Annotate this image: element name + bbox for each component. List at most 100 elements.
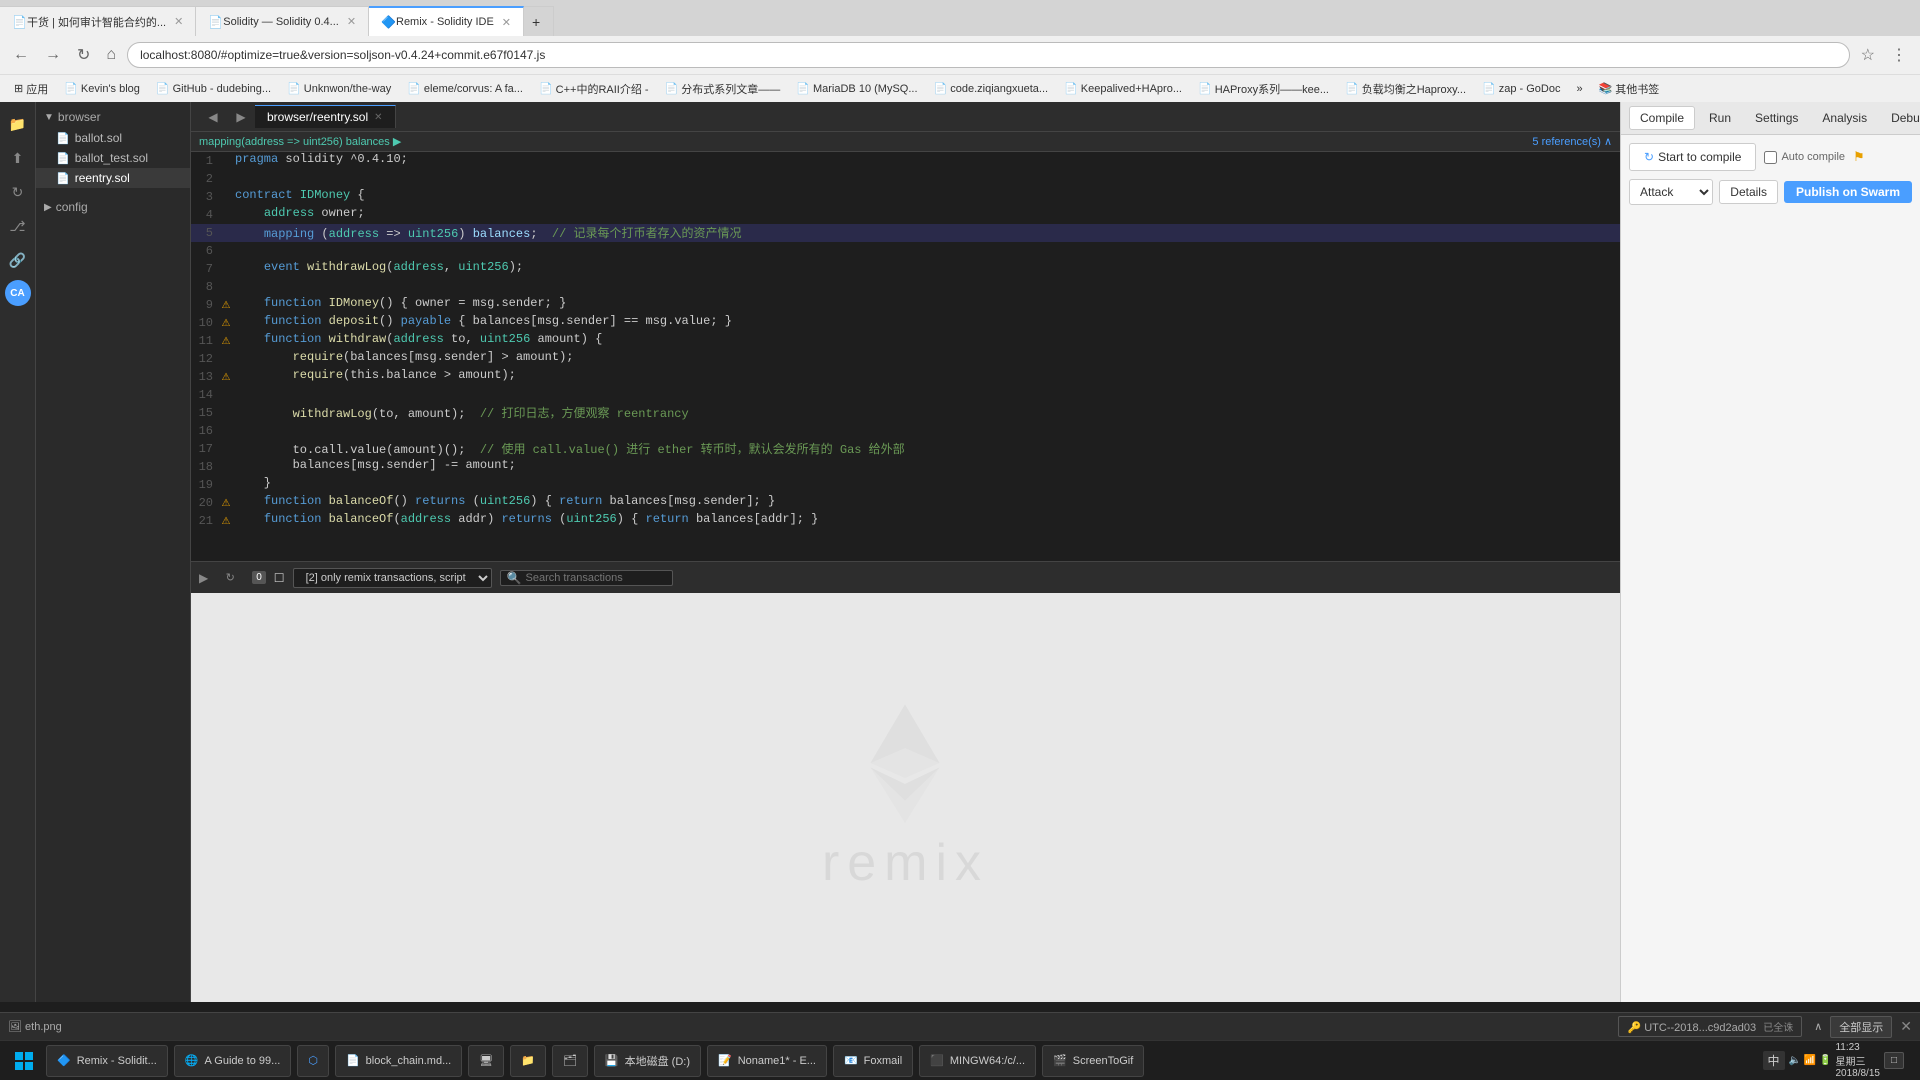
references-label[interactable]: 5 reference(s) ∧ <box>1532 135 1612 148</box>
bookmark-cpp[interactable]: 📄 C++中的RAII介绍 - <box>533 79 655 99</box>
contract-select[interactable]: Attack <box>1629 179 1713 205</box>
warn-20: ⚠ <box>219 494 235 509</box>
bookmark-star[interactable]: ☆ <box>1856 43 1880 67</box>
code-line-20: 20 ⚠ function balanceOf() returns (uint2… <box>191 494 1620 512</box>
file-ballot-test[interactable]: 📄 ballot_test.sol <box>36 148 190 168</box>
taskbar-app-monitor[interactable]: 🖥 <box>468 1045 504 1077</box>
taskbar-app-files[interactable]: 📁 <box>510 1045 546 1077</box>
taskbar-app-folder2[interactable]: 🗂 <box>552 1045 588 1077</box>
bookmark-unknwon[interactable]: 📄 Unknwon/the-way <box>281 80 397 97</box>
taskbar-app-mingw-label: MINGW64:/c/... <box>950 1055 1025 1067</box>
bookmark-kevin[interactable]: 📄 Kevin's blog <box>58 80 146 97</box>
auto-compile-checkbox[interactable] <box>1764 151 1777 164</box>
code-20: function balanceOf() returns (uint256) {… <box>235 494 1620 508</box>
taskbar-app-vscode[interactable]: ⬡ <box>297 1045 329 1077</box>
bookmark-eleme[interactable]: 📄 eleme/corvus: A fa... <box>401 80 529 97</box>
taskbar-app-mingw[interactable]: ⬛ MINGW64:/c/... <box>919 1045 1036 1077</box>
address-input[interactable] <box>127 42 1850 68</box>
compile-tab[interactable]: Compile <box>1629 106 1695 130</box>
settings-icon[interactable]: ⋮ <box>1886 43 1912 67</box>
tx-checkbox[interactable]: ☐ <box>274 571 285 585</box>
bookmark-haproxy2[interactable]: 📄 负载均衡之Haproxy... <box>1339 79 1472 99</box>
tx-expand[interactable]: ▶ <box>199 571 208 585</box>
start-button[interactable] <box>8 1045 40 1077</box>
bookmark-apps[interactable]: ⊞ 应用 <box>8 79 54 99</box>
taskbar-app-blockchain[interactable]: 📄 block_chain.md... <box>335 1045 462 1077</box>
tab-2-close[interactable]: ✕ <box>347 15 356 28</box>
editor-breadcrumb: mapping(address => uint256) balances ▶ 5… <box>191 132 1620 152</box>
analysis-tab[interactable]: Analysis <box>1812 107 1877 129</box>
bookmark-keepalived[interactable]: 📄 Keepalived+HApro... <box>1058 80 1188 97</box>
bookmark-zap[interactable]: 📄 zap - GoDoc <box>1476 80 1566 97</box>
taskbar-app-drive[interactable]: 💾 本地磁盘 (D:) <box>594 1045 701 1077</box>
line-num-11: 11 <box>191 332 219 350</box>
taskbar-app-screentogif[interactable]: 🎬 ScreenToGif <box>1042 1045 1144 1077</box>
debugger-tab[interactable]: Debugger <box>1881 107 1920 129</box>
taskbar-app-remix[interactable]: 🔷 Remix - Solidit... <box>46 1045 168 1077</box>
bookmark-code[interactable]: 📄 code.ziqiangxueta... <box>928 80 1055 97</box>
tab-2[interactable]: 📄 Solidity — Solidity 0.4... ✕ <box>196 6 369 36</box>
config-arrow: ▶ <box>44 202 52 213</box>
folder-icon[interactable]: 📁 <box>4 110 32 138</box>
code-9: function IDMoney() { owner = msg.sender;… <box>235 296 1620 310</box>
bookmark-other[interactable]: 📚 其他书签 <box>1593 79 1666 99</box>
config-section-header[interactable]: ▶ config <box>36 196 190 218</box>
bookmark-more[interactable]: » <box>1570 81 1588 97</box>
taskbar-app-noname[interactable]: 📝 Noname1* - E... <box>707 1045 827 1077</box>
home-button[interactable]: ⌂ <box>101 44 121 66</box>
tab-1[interactable]: 📄 干货 | 如何审计智能合约的... ✕ <box>0 6 196 36</box>
file-ballot[interactable]: 📄 ballot.sol <box>36 128 190 148</box>
right-panel: Compile Run Settings Analysis Debugger S… <box>1620 102 1920 1002</box>
warn-9: ⚠ <box>219 296 235 311</box>
bookmark-github[interactable]: 📄 GitHub - dudebing... <box>150 80 277 97</box>
file-reentry[interactable]: 📄 reentry.sol <box>36 168 190 188</box>
start-compile-button[interactable]: ↻ Start to compile <box>1629 143 1756 171</box>
code-line-11: 11 ⚠ function withdraw(address to, uint2… <box>191 332 1620 350</box>
browser-section: ▼ browser 📄 ballot.sol 📄 ballot_test.sol… <box>36 102 190 192</box>
show-all-button[interactable]: 全部显示 <box>1830 1016 1892 1038</box>
link-icon[interactable]: 🔗 <box>4 246 32 274</box>
run-tab[interactable]: Run <box>1699 107 1741 129</box>
close-notify-button[interactable]: ✕ <box>1900 1018 1912 1035</box>
compile-section: ↻ Start to compile Auto compile ⚑ <box>1629 143 1912 171</box>
editor-tab-close[interactable]: ✕ <box>374 112 382 123</box>
details-button[interactable]: Details <box>1719 180 1778 204</box>
refresh-icon[interactable]: ↻ <box>4 178 32 206</box>
taskbar-app-remix-label: Remix - Solidit... <box>77 1055 157 1067</box>
tab-3-close[interactable]: ✕ <box>502 16 511 29</box>
warn-11: ⚠ <box>219 332 235 347</box>
tab-new[interactable]: + <box>524 6 554 36</box>
config-section-label: config <box>56 200 88 214</box>
editor-tab-reentry[interactable]: browser/reentry.sol ✕ <box>255 105 396 128</box>
upload-icon[interactable]: ⬆ <box>4 144 32 172</box>
tab-3[interactable]: 🔷 Remix - Solidity IDE ✕ <box>369 6 524 36</box>
back-button[interactable]: ← <box>8 44 34 66</box>
tab-1-close[interactable]: ✕ <box>174 15 183 28</box>
tx-filter-select[interactable]: [2] only remix transactions, script <box>293 568 492 588</box>
code-line-2: 2 <box>191 170 1620 188</box>
tab-3-favicon: 🔷 <box>381 15 396 29</box>
publish-on-swarm-button[interactable]: Publish on Swarm <box>1784 181 1912 203</box>
code-scroll-area[interactable]: 1 pragma solidity ^0.4.10; 2 3 c <box>191 152 1620 561</box>
tx-search-input[interactable] <box>526 572 666 584</box>
forward-button[interactable]: → <box>40 44 66 66</box>
code-18: balances[msg.sender] -= amount; <box>235 458 1620 472</box>
line-num-2: 2 <box>191 170 219 188</box>
taskbar-app-foxmail[interactable]: 📧 Foxmail <box>833 1045 913 1077</box>
tx-refresh[interactable]: ↻ <box>216 564 244 592</box>
reload-button[interactable]: ↻ <box>72 43 95 67</box>
show-desktop-button[interactable]: □ <box>1884 1052 1904 1069</box>
line-num-8: 8 <box>191 278 219 296</box>
taskbar-app-guide[interactable]: 🌐 A Guide to 99... <box>174 1045 292 1077</box>
settings-tab[interactable]: Settings <box>1745 107 1808 129</box>
bookmark-mariadb[interactable]: 📄 MariaDB 10 (MySQ... <box>790 80 923 97</box>
tx-count: 0 <box>252 571 266 584</box>
ca-badge[interactable]: CA <box>5 280 31 306</box>
bookmark-distributed[interactable]: 📄 分布式系列文章—— <box>659 79 787 99</box>
browser-section-header[interactable]: ▼ browser <box>36 106 190 128</box>
tx-bar: ▶ ↻ 0 ☐ [2] only remix transactions, scr… <box>191 561 1620 593</box>
git-icon[interactable]: ⎇ <box>4 212 32 240</box>
nav-back[interactable]: ◀ <box>199 103 227 131</box>
bookmark-haproxy1[interactable]: 📄 HAProxy系列——kee... <box>1192 79 1335 99</box>
nav-forward[interactable]: ▶ <box>227 103 255 131</box>
